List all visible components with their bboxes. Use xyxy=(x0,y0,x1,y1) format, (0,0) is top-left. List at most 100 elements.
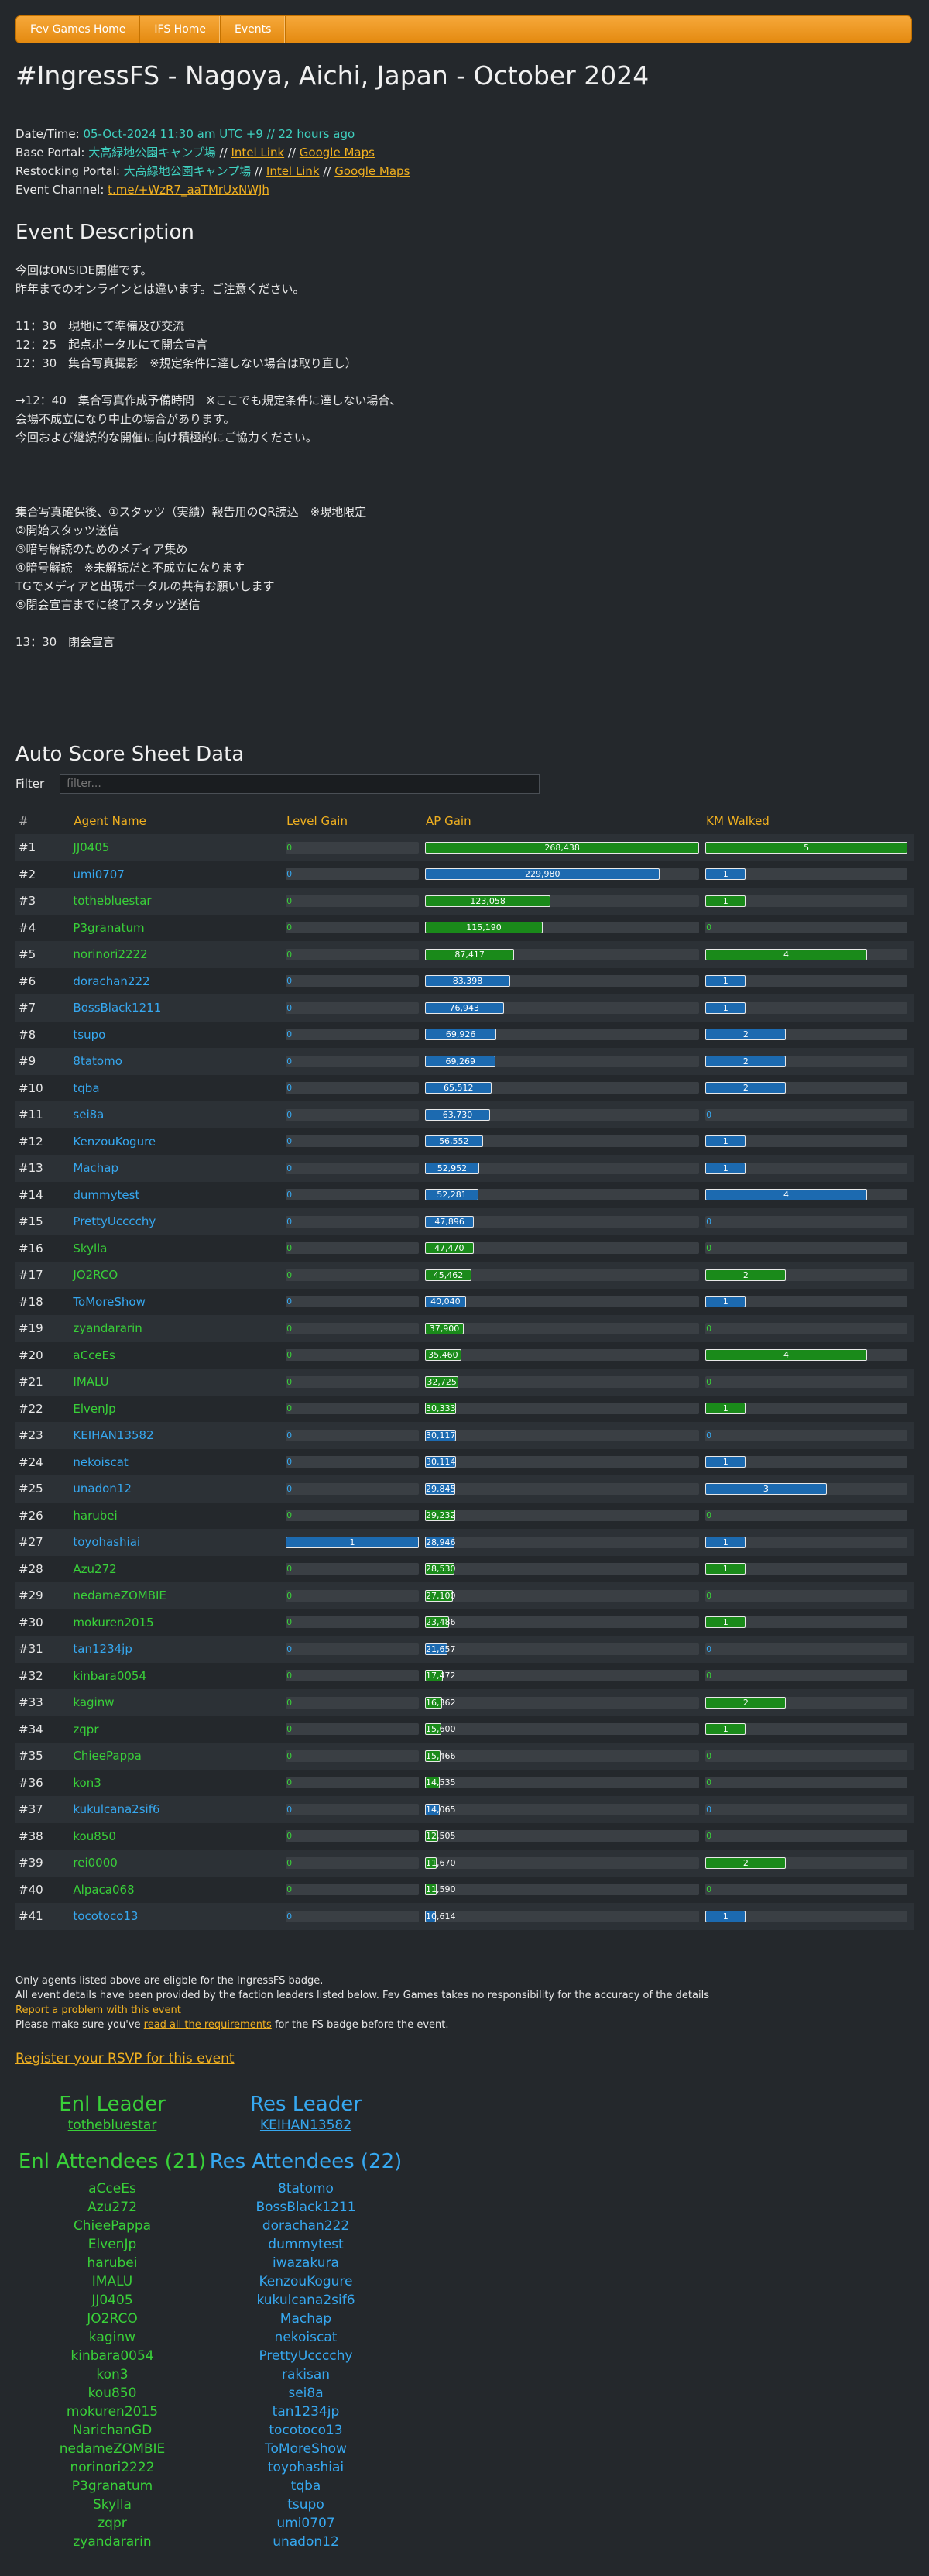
level-bar: 0 xyxy=(286,1376,420,1388)
level-zero: 0 xyxy=(286,1617,293,1628)
base-intel-link[interactable]: Intel Link xyxy=(231,146,284,160)
agent-name-cell[interactable]: PrettyUcccchy xyxy=(73,1208,286,1235)
ap-bar-fill: 65,512 xyxy=(425,1082,492,1094)
agent-name-cell[interactable]: ToMoreShow xyxy=(73,1288,286,1315)
filter-input[interactable] xyxy=(60,774,540,794)
agent-name-cell[interactable]: sei8a xyxy=(73,1101,286,1128)
agent-name-cell[interactable]: dummytest xyxy=(73,1181,286,1208)
agent-name-cell[interactable]: JO2RCO xyxy=(73,1262,286,1289)
agent-name-cell[interactable]: 8tatomo xyxy=(73,1048,286,1075)
agent-name-cell[interactable]: dorachan222 xyxy=(73,967,286,994)
enl-leader-link[interactable]: tothebluestar xyxy=(68,2117,157,2133)
agent-name-cell[interactable]: ElvenJp xyxy=(73,1395,286,1422)
km-zero: 0 xyxy=(706,1376,712,1387)
ap-cell: 14,535 xyxy=(425,1769,706,1796)
agent-name-cell[interactable]: rei0000 xyxy=(73,1850,286,1877)
agent-name-cell[interactable]: harubei xyxy=(73,1502,286,1529)
agent-name-cell[interactable]: kon3 xyxy=(73,1769,286,1796)
agent-name-cell[interactable]: Skylla xyxy=(73,1235,286,1262)
requirements-link[interactable]: read all the requirements xyxy=(144,2019,272,2031)
km-bar: 1 xyxy=(705,868,907,881)
col-level[interactable]: Level Gain xyxy=(286,808,425,834)
event-description: 今回はONSIDE開催です。 昨年までのオンラインとは違います。ご注意ください。… xyxy=(15,263,402,649)
km-zero: 0 xyxy=(706,1750,712,1761)
agent-name-cell[interactable]: JJ0405 xyxy=(73,834,286,861)
res-leader-link[interactable]: KEIHAN13582 xyxy=(260,2117,351,2133)
sort-agent-link[interactable]: Agent Name xyxy=(74,814,146,828)
agent-name-cell[interactable]: Alpaca068 xyxy=(73,1876,286,1903)
agent-name-cell[interactable]: zyandararin xyxy=(73,1315,286,1342)
agent-name-cell[interactable]: mokuren2015 xyxy=(73,1609,286,1636)
rank-cell: #8 xyxy=(15,1021,74,1048)
page-title: #IngressFS - Nagoya, Aichi, Japan - Octo… xyxy=(15,60,650,91)
report-problem-link[interactable]: Report a problem with this event xyxy=(15,2004,181,2016)
agent-name-cell[interactable]: kukulcana2sif6 xyxy=(73,1796,286,1823)
col-ap[interactable]: AP Gain xyxy=(425,808,705,834)
col-km[interactable]: KM Walked xyxy=(705,808,914,834)
event-channel-link[interactable]: t.me/+WzR7_aaTMrUxNWJh xyxy=(108,183,269,197)
score-table: # Agent Name Level Gain AP Gain KM Walke… xyxy=(15,808,914,1930)
ap-bar-fill: 123,058 xyxy=(425,895,551,907)
restock-gmaps-link[interactable]: Google Maps xyxy=(334,164,410,178)
ap-cell: 52,952 xyxy=(425,1155,706,1182)
ap-cell: 35,460 xyxy=(425,1341,706,1369)
km-zero: 0 xyxy=(706,1109,712,1120)
table-row: #26 harubei 0 29,232 0 xyxy=(15,1502,914,1529)
base-gmaps-link[interactable]: Google Maps xyxy=(300,146,375,160)
sort-ap-link[interactable]: AP Gain xyxy=(426,814,471,828)
agent-name-cell[interactable]: IMALU xyxy=(73,1369,286,1396)
rsvp-link[interactable]: Register your RSVP for this event xyxy=(15,2051,235,2066)
agent-name-cell[interactable]: tqba xyxy=(73,1074,286,1101)
agent-name-cell[interactable]: kaginw xyxy=(73,1689,286,1716)
nav-item-2[interactable]: Events xyxy=(221,16,286,43)
agent-name-cell[interactable]: umi0707 xyxy=(73,860,286,888)
sort-level-link[interactable]: Level Gain xyxy=(286,814,348,828)
nav-item-1[interactable]: IFS Home xyxy=(140,16,221,43)
agent-name-cell[interactable]: Azu272 xyxy=(73,1555,286,1582)
km-bar: 0 xyxy=(705,922,907,934)
agent-name-cell[interactable]: KEIHAN13582 xyxy=(73,1422,286,1449)
agent-name-cell[interactable]: tothebluestar xyxy=(73,888,286,915)
nav-item-0[interactable]: Fev Games Home xyxy=(16,16,141,43)
km-bar: 2 xyxy=(705,1029,907,1041)
rank-cell: #29 xyxy=(15,1582,74,1609)
rank-cell: #9 xyxy=(15,1048,74,1075)
ap-bar-fill: 45,462 xyxy=(425,1269,471,1281)
agent-name-cell[interactable]: BossBlack1211 xyxy=(73,994,286,1022)
ap-bar-fill: 52,952 xyxy=(425,1162,479,1174)
km-bar: 1 xyxy=(705,1616,907,1629)
table-row: #4 P3granatum 0 115,190 0 xyxy=(15,914,914,941)
table-row: #29 nedameZOMBIE 0 27,100 0 xyxy=(15,1582,914,1609)
level-zero: 0 xyxy=(286,1643,293,1654)
footer-eligibility: Only agents listed above are eligble for… xyxy=(15,1974,324,1987)
sort-km-link[interactable]: KM Walked xyxy=(706,814,770,828)
agent-name-cell[interactable]: KenzouKogure xyxy=(73,1128,286,1155)
col-agent[interactable]: Agent Name xyxy=(73,808,286,834)
agent-name-cell[interactable]: kou850 xyxy=(73,1822,286,1850)
agent-name-cell[interactable]: tsupo xyxy=(73,1021,286,1048)
level-cell: 0 xyxy=(286,1155,426,1182)
agent-name-cell[interactable]: zqpr xyxy=(73,1716,286,1743)
agent-name-cell[interactable]: nedameZOMBIE xyxy=(73,1582,286,1609)
agent-name-cell[interactable]: norinori2222 xyxy=(73,941,286,968)
ap-bar: 32,725 xyxy=(425,1376,700,1388)
agent-name-cell[interactable]: tan1234jp xyxy=(73,1636,286,1663)
restock-intel-link[interactable]: Intel Link xyxy=(266,164,320,178)
table-row: #37 kukulcana2sif6 0 14,065 0 xyxy=(15,1796,914,1823)
agent-name-cell[interactable]: Machap xyxy=(73,1155,286,1182)
agent-name-cell[interactable]: tocotoco13 xyxy=(73,1903,286,1930)
agent-name-cell[interactable]: ChieePappa xyxy=(73,1743,286,1770)
agent-name-cell[interactable]: P3granatum xyxy=(73,914,286,941)
ap-bar-fill: 28,946 xyxy=(425,1536,456,1548)
ap-bar: 10,614 xyxy=(425,1910,700,1922)
agent-name-cell[interactable]: aCceEs xyxy=(73,1341,286,1369)
agent-name-cell[interactable]: toyohashiai xyxy=(73,1529,286,1556)
agent-name-cell[interactable]: unadon12 xyxy=(73,1475,286,1503)
ap-cell: 268,438 xyxy=(425,834,706,861)
rank-cell: #18 xyxy=(15,1288,74,1315)
agent-name-cell[interactable]: nekoiscat xyxy=(73,1448,286,1475)
table-row: #18 ToMoreShow 0 40,040 1 xyxy=(15,1288,914,1315)
res-team: Res Leader KEIHAN13582 Res Attendees (22… xyxy=(209,2093,403,2551)
km-bar: 1 xyxy=(705,895,907,907)
agent-name-cell[interactable]: kinbara0054 xyxy=(73,1662,286,1689)
